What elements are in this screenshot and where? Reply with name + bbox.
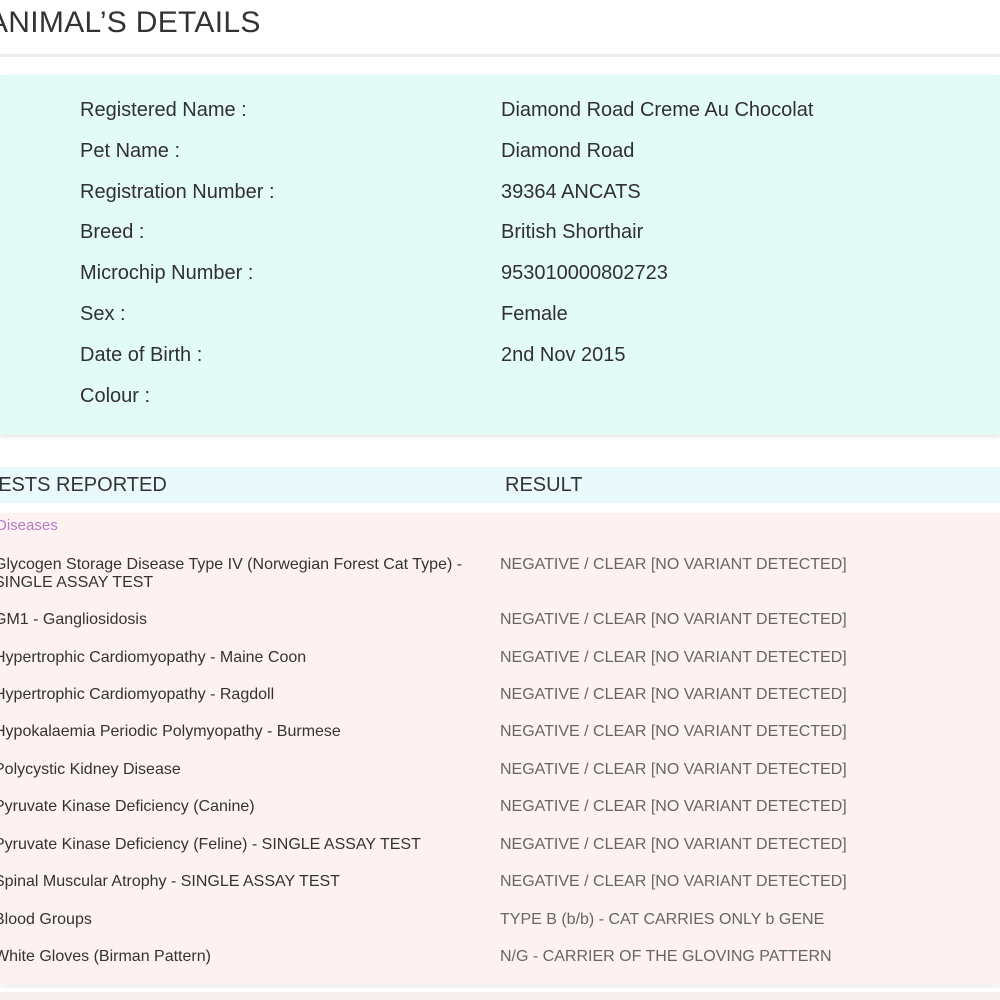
detail-label: Pet Name : (80, 140, 181, 162)
test-results-card: Diseases Glycogen Storage Disease Type I… (0, 513, 1000, 985)
test-result: NEGATIVE / CLEAR [NO VARIANT DETECTED] (500, 556, 847, 573)
animal-details-card: Registered Name : Diamond Road Creme Au … (0, 75, 1000, 435)
bottom-divider (0, 992, 1000, 1000)
detail-row-pet-name: Pet Name : Diamond Road (80, 136, 980, 166)
detail-value: 2nd Nov 2015 (501, 344, 626, 366)
test-name: Glycogen Storage Disease Type IV (Norweg… (0, 556, 463, 591)
test-result: NEGATIVE / CLEAR [NO VARIANT DETECTED] (500, 761, 847, 778)
test-name: Blood Groups (0, 911, 92, 928)
detail-label: Registration Number : (80, 181, 275, 203)
test-name: Spinal Muscular Atrophy - SINGLE ASSAY T… (0, 873, 340, 890)
test-result: NEGATIVE / CLEAR [NO VARIANT DETECTED] (500, 836, 847, 853)
detail-row-colour: Colour : (80, 381, 980, 411)
test-name: Polycystic Kidney Disease (0, 761, 181, 778)
test-result: TYPE B (b/b) - CAT CARRIES ONLY b GENE (500, 911, 825, 928)
test-name: Pyruvate Kinase Deficiency (Feline) - SI… (0, 836, 421, 853)
report-page: ANIMAL’S DETAILS Registered Name : Diamo… (0, 0, 1000, 1000)
section-label-diseases: Diseases (0, 517, 58, 534)
page-title: ANIMAL’S DETAILS (0, 6, 261, 39)
tests-table-header: TESTS REPORTED RESULT (0, 467, 1000, 503)
detail-label: Microchip Number : (80, 262, 254, 284)
detail-label: Sex : (80, 303, 126, 325)
detail-value: 39364 ANCATS (501, 181, 641, 203)
test-name: Hypertrophic Cardiomyopathy - Maine Coon (0, 649, 307, 666)
detail-value: 953010000802723 (501, 262, 668, 284)
detail-row-breed: Breed : British Shorthair (80, 217, 980, 247)
detail-label: Registered Name : (80, 99, 247, 121)
detail-row-date-of-birth: Date of Birth : 2nd Nov 2015 (80, 340, 980, 370)
title-divider (0, 54, 1000, 57)
detail-value: Diamond Road (501, 140, 635, 162)
detail-label: Date of Birth : (80, 344, 203, 366)
detail-value: British Shorthair (501, 221, 644, 243)
detail-label: Breed : (80, 221, 145, 243)
test-name: Hypertrophic Cardiomyopathy - Ragdoll (0, 686, 275, 703)
test-name: White Gloves (Birman Pattern) (0, 948, 211, 965)
test-name: GM1 - Gangliosidosis (0, 611, 147, 628)
test-result: NEGATIVE / CLEAR [NO VARIANT DETECTED] (500, 611, 847, 628)
test-result: NEGATIVE / CLEAR [NO VARIANT DETECTED] (500, 798, 847, 815)
detail-row-registered-name: Registered Name : Diamond Road Creme Au … (80, 95, 980, 125)
detail-value: Female (501, 303, 568, 325)
detail-row-microchip-number: Microchip Number : 953010000802723 (80, 258, 980, 288)
test-name: Hypokalaemia Periodic Polymyopathy - Bur… (0, 723, 341, 740)
test-name: Pyruvate Kinase Deficiency (Canine) (0, 798, 255, 815)
detail-value: Diamond Road Creme Au Chocolat (501, 99, 814, 121)
test-result: NEGATIVE / CLEAR [NO VARIANT DETECTED] (500, 723, 847, 740)
detail-row-sex: Sex : Female (80, 299, 980, 329)
header-result: RESULT (505, 474, 583, 496)
detail-label: Colour : (80, 385, 151, 407)
header-tests-reported: TESTS REPORTED (0, 474, 167, 496)
test-result: NEGATIVE / CLEAR [NO VARIANT DETECTED] (500, 649, 847, 666)
detail-row-registration-number: Registration Number : 39364 ANCATS (80, 177, 980, 207)
test-result: NEGATIVE / CLEAR [NO VARIANT DETECTED] (500, 873, 847, 890)
test-result: NEGATIVE / CLEAR [NO VARIANT DETECTED] (500, 686, 847, 703)
test-result: N/G - CARRIER OF THE GLOVING PATTERN (500, 948, 832, 965)
